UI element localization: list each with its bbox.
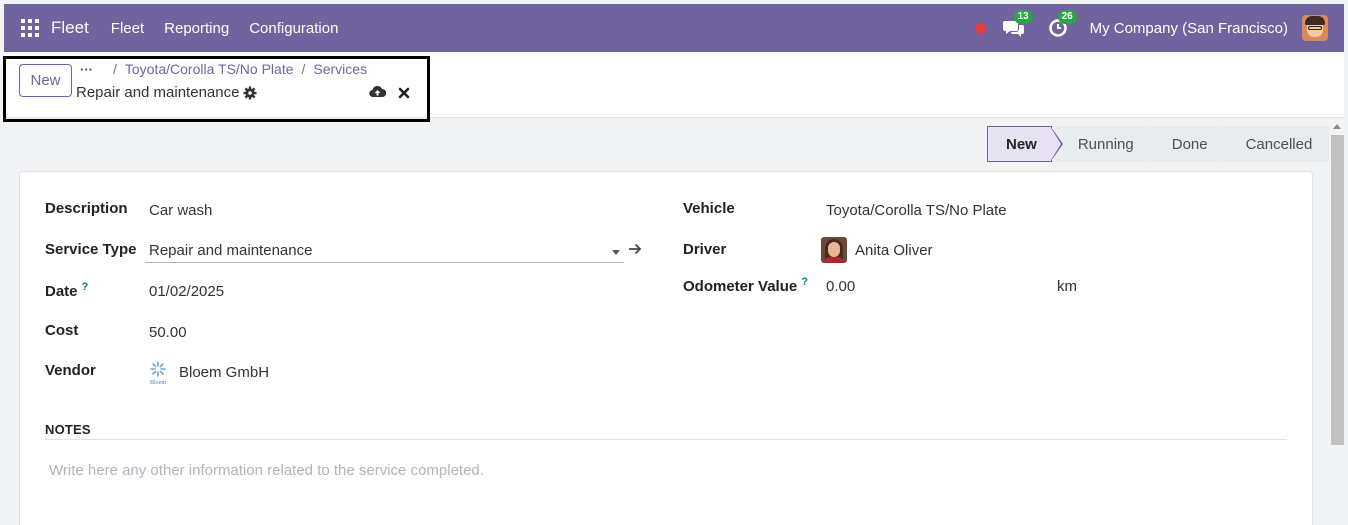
vendor-logo: Bloem [146,360,170,386]
messages-button[interactable]: 13 [1002,10,1033,40]
menu-fleet[interactable]: Fleet [111,20,144,37]
vendor-field[interactable]: Bloem GmbH [179,364,269,381]
messages-count-badge: 13 [1013,10,1033,24]
service-type-value: Repair and maintenance [149,242,313,259]
date-label: Date? [45,281,89,300]
breadcrumb-more-icon[interactable]: ··· [80,62,93,77]
new-button[interactable]: New [19,64,72,97]
top-navbar: Fleet Fleet Reporting Configuration 13 2… [4,4,1344,52]
help-tooltip-icon[interactable]: ? [801,276,808,288]
description-label: Description [45,200,128,217]
notes-textarea[interactable]: Write here any other information related… [49,462,484,479]
user-avatar[interactable] [1302,15,1328,41]
menu-reporting[interactable]: Reporting [164,20,229,37]
odometer-unit: km [1057,278,1077,295]
stage-running[interactable]: Running [1053,126,1158,162]
vendor-logo-text: Bloem [150,380,166,386]
internal-link-arrow-icon[interactable] [628,242,642,258]
help-tooltip-icon[interactable]: ? [82,281,89,293]
chevron-down-icon [612,250,620,255]
app-brand[interactable]: Fleet [51,18,89,38]
gear-icon[interactable] [243,86,257,100]
breadcrumb-vehicle[interactable]: Toyota/Corolla TS/No Plate [125,61,294,77]
odometer-field[interactable]: 0.00 [826,278,855,295]
cloud-save-icon[interactable] [369,85,387,101]
company-switcher[interactable]: My Company (San Francisco) [1090,20,1288,37]
menu-configuration[interactable]: Configuration [249,20,338,37]
status-bar: New Running Done Cancelled [987,126,1332,162]
driver-avatar [821,237,847,263]
vehicle-label: Vehicle [683,200,735,217]
breadcrumb-separator: / [301,61,306,77]
discard-close-icon[interactable] [398,86,410,102]
activities-count-badge: 26 [1057,10,1077,24]
notes-divider [45,439,1287,440]
notes-title: NOTES [45,422,91,437]
stage-new[interactable]: New [987,126,1063,162]
service-type-label: Service Type [45,241,137,258]
record-title-text: Repair and maintenance [76,84,240,101]
cost-label: Cost [45,322,79,339]
breadcrumb-services[interactable]: Services [313,61,367,77]
description-field[interactable]: Car wash [149,202,212,219]
odometer-label: Odometer Value? [683,276,808,295]
breadcrumb-separator: / [113,61,117,77]
driver-field[interactable]: Anita Oliver [855,242,933,259]
apps-grid-icon[interactable] [21,19,39,37]
stage-done[interactable]: Done [1149,126,1232,162]
vendor-label: Vendor [45,362,96,379]
cost-field[interactable]: 50.00 [149,324,187,341]
record-title: Repair and maintenance [76,84,257,101]
stage-cancelled[interactable]: Cancelled [1223,126,1331,162]
breadcrumb: ··· / Toyota/Corolla TS/No Plate / Servi… [80,61,367,77]
date-field[interactable]: 01/02/2025 [149,283,224,300]
recording-indicator-icon[interactable] [974,22,986,34]
driver-label: Driver [683,241,727,258]
activities-button[interactable]: 26 [1046,10,1077,40]
vehicle-field[interactable]: Toyota/Corolla TS/No Plate [826,202,1007,219]
service-type-select[interactable]: Repair and maintenance [145,240,624,263]
scrollbar-thumb[interactable] [1331,135,1344,445]
scroll-up-arrow-icon[interactable] [1333,124,1341,129]
